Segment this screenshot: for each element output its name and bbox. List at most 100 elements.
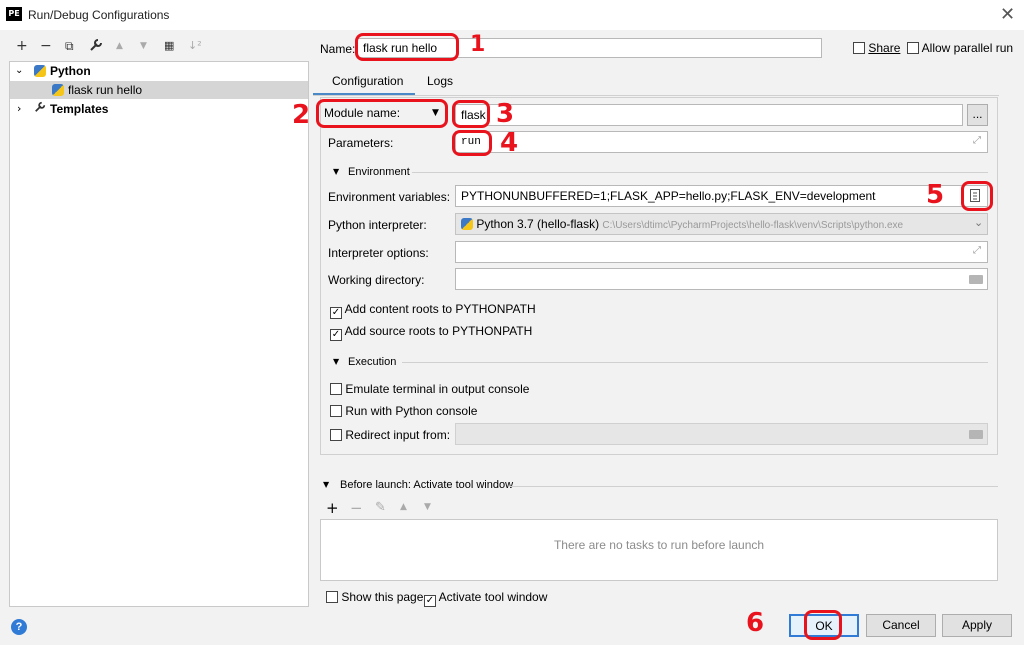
tree-item-label: flask run hello <box>68 83 143 97</box>
wrench-icon <box>34 100 46 118</box>
environment-section-title: Environment <box>348 166 410 178</box>
redirect-input-field[interactable] <box>455 423 988 445</box>
expand-icon[interactable]: ⤢ <box>973 135 981 146</box>
browse-module-button[interactable]: ... <box>967 104 988 126</box>
checkbox[interactable]: ✓ <box>330 329 342 341</box>
content-roots-checkbox[interactable]: ✓ Add content roots to PYTHONPATH <box>330 302 536 319</box>
add-task-button[interactable]: + <box>326 499 339 517</box>
section-divider <box>510 486 998 487</box>
allow-parallel-checkbox[interactable]: Allow parallel run <box>907 41 1013 55</box>
interpreter-select[interactable]: Python 3.7 (hello-flask) C:\Users\dtimc\… <box>455 213 988 235</box>
annotation-circle <box>452 130 492 156</box>
annotation-circle <box>804 610 842 640</box>
interpreter-options-label: Interpreter options: <box>328 246 429 260</box>
interpreter-options-input[interactable] <box>455 241 988 263</box>
env-vars-input[interactable]: PYTHONUNBUFFERED=1;FLASK_APP=hello.py;FL… <box>455 185 988 207</box>
checkbox[interactable] <box>326 591 338 603</box>
collapse-triangle-icon[interactable]: ▼ <box>323 480 329 489</box>
source-roots-checkbox[interactable]: ✓ Add source roots to PYTHONPATH <box>330 324 532 341</box>
annotation-number: 2 <box>292 100 311 130</box>
show-page-checkbox[interactable]: Show this page <box>326 590 423 604</box>
pycharm-app-icon: PE <box>6 7 22 21</box>
folder-icon[interactable]: ▦ <box>164 38 174 54</box>
interpreter-name: Python 3.7 (hello-flask) <box>476 217 600 231</box>
annotation-number: 1 <box>470 32 486 57</box>
chevron-down-icon[interactable]: ⌄ <box>15 62 23 80</box>
checkbox[interactable] <box>330 405 342 417</box>
edit-task-button[interactable]: ✎ <box>375 500 386 515</box>
tree-item-label: Python <box>50 64 91 78</box>
python-icon <box>461 218 473 230</box>
move-up-button[interactable]: ▲ <box>116 38 123 54</box>
redirect-input-label: Redirect input from: <box>345 428 451 442</box>
checkbox[interactable]: ✓ <box>330 307 342 319</box>
collapse-triangle-icon[interactable]: ▼ <box>333 357 339 366</box>
tree-item-templates[interactable]: › Templates <box>10 100 308 118</box>
annotation-number: 3 <box>496 99 515 129</box>
add-config-button[interactable]: + <box>16 38 28 54</box>
checkbox[interactable] <box>330 429 342 441</box>
collapse-triangle-icon[interactable]: ▼ <box>333 167 339 176</box>
share-label: Share <box>868 41 901 55</box>
close-icon[interactable]: ✕ <box>1000 4 1015 25</box>
allow-parallel-label: Allow parallel run <box>921 41 1014 55</box>
checkbox[interactable]: ✓ <box>424 595 436 607</box>
wrench-icon[interactable] <box>89 38 103 57</box>
window-title: Run/Debug Configurations <box>28 8 170 22</box>
python-console-label: Run with Python console <box>345 404 478 418</box>
emulate-terminal-checkbox[interactable]: Emulate terminal in output console <box>330 382 529 396</box>
module-name-input[interactable]: flask <box>455 104 963 126</box>
activate-tool-window-checkbox[interactable]: ✓ Activate tool window <box>424 590 547 607</box>
tab-logs[interactable]: Logs <box>427 74 453 88</box>
checkbox[interactable] <box>330 383 342 395</box>
source-roots-label: Add source roots to PYTHONPATH <box>344 324 533 338</box>
annotation-circle <box>355 33 459 61</box>
python-console-checkbox[interactable]: Run with Python console <box>330 404 477 418</box>
show-page-label: Show this page <box>341 590 424 604</box>
env-vars-label: Environment variables: <box>328 190 451 204</box>
empty-tasks-message: There are no tasks to run before launch <box>553 538 765 552</box>
annotation-circle <box>316 99 448 128</box>
section-divider <box>402 362 988 363</box>
copy-config-button[interactable]: ⧉ <box>65 38 74 54</box>
remove-task-button[interactable]: − <box>350 499 363 517</box>
cancel-button[interactable]: Cancel <box>866 614 936 637</box>
expand-icon[interactable]: ⤢ <box>973 245 981 256</box>
remove-config-button[interactable]: − <box>40 38 52 54</box>
help-icon[interactable]: ? <box>11 619 27 635</box>
config-tree[interactable]: ⌄ Python flask run hello › Templates <box>9 61 309 607</box>
before-launch-title: Before launch: Activate tool window <box>340 479 514 491</box>
working-dir-input[interactable] <box>455 268 988 290</box>
section-divider <box>412 172 988 173</box>
apply-button[interactable]: Apply <box>942 614 1012 637</box>
tab-configuration[interactable]: Configuration <box>332 74 403 88</box>
chevron-down-icon[interactable]: ⌄ <box>974 216 983 229</box>
folder-icon[interactable] <box>969 275 983 284</box>
execution-section-title: Execution <box>348 356 397 368</box>
tree-item-python[interactable]: ⌄ Python <box>10 62 308 80</box>
annotation-number: 5 <box>926 180 945 210</box>
chevron-right-icon[interactable]: › <box>17 100 21 118</box>
parameters-label: Parameters: <box>328 136 394 150</box>
redirect-input-checkbox[interactable]: Redirect input from: <box>330 428 450 442</box>
checkbox[interactable] <box>907 42 919 54</box>
interpreter-label: Python interpreter: <box>328 218 427 232</box>
tab-divider <box>313 95 999 96</box>
content-roots-label: Add content roots to PYTHONPATH <box>344 302 536 316</box>
move-up-button[interactable]: ▲ <box>400 502 407 512</box>
folder-icon[interactable] <box>969 430 983 439</box>
python-icon <box>34 65 46 77</box>
tree-item-label: Templates <box>50 102 109 116</box>
emulate-terminal-label: Emulate terminal in output console <box>345 382 530 396</box>
share-checkbox[interactable]: Share <box>853 41 900 55</box>
annotation-circle <box>452 100 490 128</box>
checkbox[interactable] <box>853 42 865 54</box>
parameters-input[interactable]: run <box>455 131 988 153</box>
move-down-button[interactable]: ▼ <box>424 502 431 512</box>
move-down-button[interactable]: ▼ <box>140 38 147 54</box>
python-icon <box>52 84 64 96</box>
sort-icon[interactable]: ↓² <box>188 38 202 54</box>
name-label: Name: <box>320 42 356 56</box>
tree-item-flask-run-hello[interactable]: flask run hello <box>10 81 308 99</box>
interpreter-path: C:\Users\dtimc\PycharmProjects\hello-fla… <box>602 220 904 231</box>
